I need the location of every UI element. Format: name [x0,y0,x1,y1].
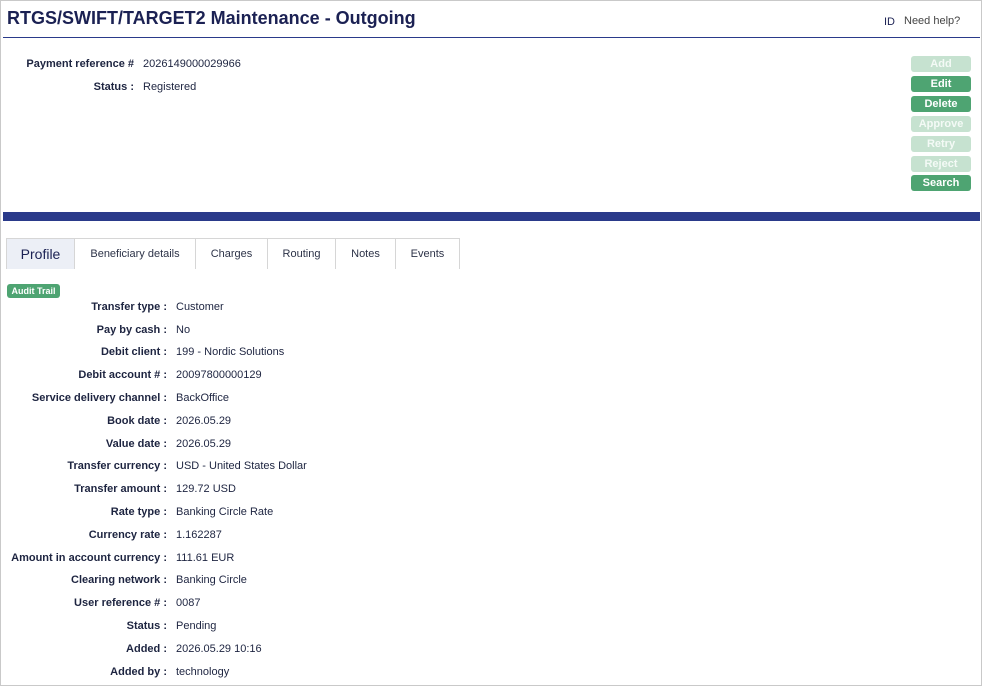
field-value: technology [176,666,230,678]
field-label: Transfer type : [91,301,167,313]
header-divider [3,37,980,38]
page-title: RTGS/SWIFT/TARGET2 Maintenance - Outgoin… [7,8,416,28]
tab-charges[interactable]: Charges [196,239,268,269]
field-label: Debit account # : [78,369,167,381]
tab-bar: Profile Beneficiary details Charges Rout… [6,238,460,269]
field-label: Amount in account currency : [11,552,167,564]
field-row-amount-in-account-currency: Amount in account currency : 111.61 EUR [0,552,400,568]
field-value: 1.162287 [176,529,222,541]
summary-label: Status : [93,81,134,93]
id-label: ID [884,16,895,28]
field-label: Rate type : [110,506,167,518]
field-row-value-date: Value date : 2026.05.29 [0,438,400,454]
tab-routing[interactable]: Routing [268,239,336,269]
add-button[interactable]: Add [911,56,971,72]
field-label: Clearing network : [71,574,167,586]
field-row-transfer-type: Transfer type : Customer [0,301,400,317]
field-row-currency-rate: Currency rate : 1.162287 [0,529,400,545]
field-value: 20097800000129 [176,369,262,381]
field-row-debit-client: Debit client : 199 - Nordic Solutions [0,346,400,362]
field-label: Service delivery channel : [31,392,167,404]
field-label: Added by : [110,666,167,678]
summary-row-payment-reference: Payment reference # 2026149000029966 [0,58,300,74]
summary-label: Payment reference # [26,58,134,70]
field-row-status: Status : Pending [0,620,400,636]
field-row-debit-account: Debit account # : 20097800000129 [0,369,400,385]
field-row-transfer-currency: Transfer currency : USD - United States D… [0,460,400,476]
field-value: 2026.05.29 [176,415,232,427]
tab-profile[interactable]: Profile [7,239,75,269]
field-label: Transfer currency : [67,460,167,472]
field-label: Pay by cash : [96,324,167,336]
field-row-book-date: Book date : 2026.05.29 [0,415,400,431]
search-button[interactable]: Search [911,175,971,191]
field-row-rate-type: Rate type : Banking Circle Rate [0,506,400,522]
tab-notes[interactable]: Notes [336,239,396,269]
field-label: Transfer amount : [74,483,167,495]
help-link[interactable]: Need help? [904,15,960,27]
field-value: 2026.05.29 10:16 [176,643,262,655]
approve-button[interactable]: Approve [911,116,971,132]
reject-button[interactable]: Reject [911,156,971,172]
audit-trail-button[interactable]: Audit Trail [7,284,60,298]
section-divider-band [3,212,980,221]
edit-button[interactable]: Edit [911,76,971,92]
field-row-clearing-network: Clearing network : Banking Circle [0,574,400,590]
field-row-added-by: Added by : technology [0,666,400,682]
field-value: 0087 [176,597,201,609]
field-row-transfer-amount: Transfer amount : 129.72 USD [0,483,400,499]
field-value: No [176,324,191,336]
field-row-service-delivery-channel: Service delivery channel : BackOffice [0,392,400,408]
field-value: Pending [176,620,217,632]
field-value: 111.61 EUR [176,552,235,564]
summary-value: 2026149000029966 [143,58,241,70]
summary-row-status: Status : Registered [0,81,300,97]
retry-button[interactable]: Retry [911,136,971,152]
field-value: USD - United States Dollar [176,460,307,472]
field-value: Banking Circle [176,574,247,586]
field-value: Customer [176,301,224,313]
field-row-added: Added : 2026.05.29 10:16 [0,643,400,659]
field-label: Added : [126,643,167,655]
tab-events[interactable]: Events [396,239,459,269]
delete-button[interactable]: Delete [911,96,971,112]
summary-value: Registered [143,81,197,93]
field-label: Value date : [105,438,167,450]
field-label: Currency rate : [88,529,167,541]
field-value: Banking Circle Rate [176,506,274,518]
field-row-pay-by-cash: Pay by cash : No [0,324,400,340]
field-value: BackOffice [176,392,229,404]
field-label: Debit client : [100,346,167,358]
field-value: 129.72 USD [176,483,236,495]
field-value: 199 - Nordic Solutions [176,346,285,358]
tab-beneficiary-details[interactable]: Beneficiary details [75,239,196,269]
field-label: Status : [126,620,167,632]
field-label: User reference # : [74,597,167,609]
field-label: Book date : [107,415,167,427]
field-value: 2026.05.29 [176,438,232,450]
field-row-user-reference: User reference # : 0087 [0,597,400,613]
